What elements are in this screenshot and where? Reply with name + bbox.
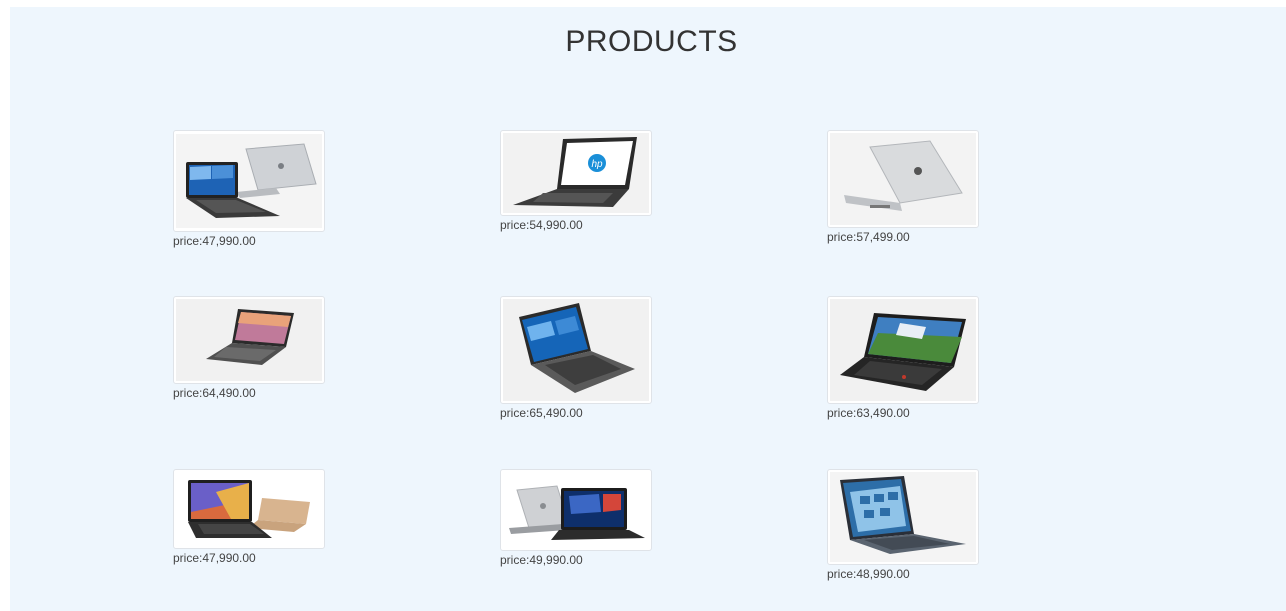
product-price: price:64,490.00 [173,386,256,400]
product-price: price:65,490.00 [500,406,583,420]
product-card[interactable]: price:64,490.00 [173,296,325,400]
laptop-image [830,299,976,401]
product-card[interactable]: price:47,990.00 [173,469,325,565]
product-image[interactable] [827,130,979,228]
product-image[interactable] [827,469,979,565]
laptop-image [830,472,976,562]
laptop-image [176,299,322,381]
laptop-image [503,299,649,401]
product-card[interactable]: hp price:54,990.00 [500,130,652,232]
svg-text:hp: hp [591,159,603,170]
product-price: price:54,990.00 [500,218,583,232]
product-price: price:47,990.00 [173,551,256,565]
product-card[interactable]: price:47,990.00 [173,130,325,248]
product-price: price:47,990.00 [173,234,256,248]
product-image[interactable] [173,130,325,232]
product-price: price:49,990.00 [500,553,583,567]
product-card[interactable]: price:63,490.00 [827,296,979,420]
product-image[interactable] [827,296,979,404]
laptop-image [176,134,322,228]
laptop-image: hp [503,133,649,213]
product-image[interactable] [173,469,325,549]
product-price: price:63,490.00 [827,406,910,420]
product-price: price:48,990.00 [827,567,910,581]
product-card[interactable]: price:48,990.00 [827,469,979,581]
page-title: PRODUCTS [565,25,738,58]
product-card[interactable]: price:49,990.00 [500,469,652,567]
product-card[interactable]: price:57,499.00 [827,130,979,244]
product-price: price:57,499.00 [827,230,910,244]
product-image[interactable] [500,469,652,551]
products-page: PRODUCTS price:47,990.00 hp price:54,990… [10,7,1286,611]
laptop-image [503,472,649,548]
product-image[interactable]: hp [500,130,652,216]
laptop-image [830,133,976,225]
product-image[interactable] [500,296,652,404]
product-card[interactable]: price:65,490.00 [500,296,652,420]
laptop-image [176,472,322,546]
product-image[interactable] [173,296,325,384]
